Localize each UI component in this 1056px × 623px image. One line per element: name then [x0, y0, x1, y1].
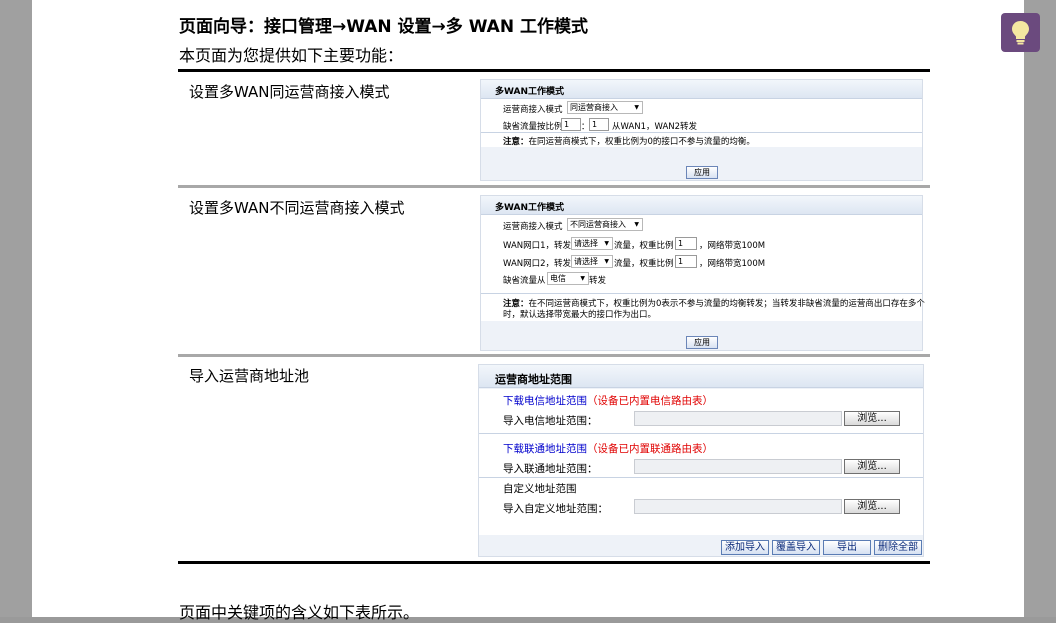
- chevron-down-icon: ▼: [634, 104, 639, 111]
- wan2-mid: 流量，权重比例: [614, 259, 674, 269]
- document-page: 页面向导：接口管理→WAN 设置→多 WAN 工作模式 本页面为您提供如下主要功…: [32, 0, 1024, 622]
- wan1-label: WAN网口1，转发: [503, 241, 572, 251]
- overwrite-import-button[interactable]: 覆盖导入: [772, 540, 820, 555]
- unicom-file-input[interactable]: [634, 459, 842, 474]
- mode-select-value: 不同运营商接入: [570, 220, 626, 229]
- wan2-weight-input[interactable]: 1: [675, 255, 697, 268]
- panel-body: 运营商接入模式 同运营商接入 ▼ 缺省流量按比例 1 ： 1 从WAN1，WAN2…: [481, 99, 922, 147]
- wan1-weight-input[interactable]: 1: [675, 237, 697, 250]
- default-suffix: 转发: [589, 276, 607, 286]
- panel-title: 多WAN工作模式: [495, 203, 565, 213]
- custom-import-label: 导入自定义地址范围：: [503, 503, 608, 515]
- unicom-note: （设备已内置联通路由表）: [587, 443, 713, 455]
- panel-diff-isp: 多WAN工作模式 运营商接入模式 不同运营商接入 ▼ WAN网口1，转发 请选择 ▼…: [480, 195, 925, 351]
- ratio-suffix: 从WAN1，WAN2转发: [612, 122, 698, 132]
- telecom-note: （设备已内置电信路由表）: [587, 395, 713, 407]
- apply-button[interactable]: 应用: [686, 336, 718, 349]
- panel-header: 运营商地址范围: [479, 365, 923, 388]
- apply-button[interactable]: 应用: [686, 166, 718, 179]
- default-isp-value: 电信: [550, 274, 566, 283]
- row-label-diff-isp: 设置多WAN不同运营商接入模式: [189, 199, 405, 217]
- wan1-mid: 流量，权重比例: [614, 241, 674, 251]
- panel-body: 运营商接入模式 不同运营商接入 ▼ WAN网口1，转发 请选择 ▼ 流量，权重比例 …: [481, 215, 925, 321]
- add-import-button[interactable]: 添加导入: [721, 540, 769, 555]
- download-unicom-link[interactable]: 下载联通地址范围（设备已内置联通路由表）: [503, 441, 713, 456]
- chevron-down-icon: ▼: [634, 221, 639, 228]
- note-text: 在同运营商模式下，权重比例为0的接口不参与流量的均衡。: [528, 137, 755, 147]
- divider: [481, 293, 922, 294]
- telecom-browse-button[interactable]: 浏览...: [844, 411, 900, 426]
- panel-title: 多WAN工作模式: [495, 87, 565, 97]
- wan2-suffix: ，网络带宽100M: [699, 259, 766, 269]
- panel-same-isp: 多WAN工作模式 运营商接入模式 同运营商接入 ▼ 缺省流量按比例 1 ： 1 从…: [480, 79, 923, 181]
- mode-label: 运营商接入模式: [503, 222, 563, 232]
- wan1-suffix: ，网络带宽100M: [699, 241, 766, 251]
- wan1-isp-value: 请选择: [574, 239, 598, 248]
- left-gutter: [0, 0, 32, 617]
- default-label: 缺省流量从: [503, 276, 546, 286]
- wan2-isp-value: 请选择: [574, 257, 598, 266]
- export-button[interactable]: 导出: [823, 540, 871, 555]
- panel-isp-range: 运营商地址范围 下载电信地址范围（设备已内置电信路由表） 导入电信地址范围： 浏…: [478, 364, 924, 557]
- intro-text: 本页面为您提供如下主要功能：: [179, 46, 404, 65]
- ratio-input-a[interactable]: 1: [561, 118, 581, 131]
- panel-header: 多WAN工作模式: [481, 196, 922, 215]
- panel-header: 多WAN工作模式: [481, 80, 922, 99]
- telecom-import-label: 导入电信地址范围：: [503, 415, 598, 427]
- row-divider: [178, 354, 930, 357]
- telecom-file-input[interactable]: [634, 411, 842, 426]
- row-label-same-isp: 设置多WAN同运营商接入模式: [189, 83, 390, 101]
- table-top-rule: [178, 69, 930, 72]
- ratio-label: 缺省流量按比例: [503, 122, 563, 132]
- wan1-isp-select[interactable]: 请选择 ▼: [571, 237, 613, 250]
- mode-select[interactable]: 不同运营商接入 ▼: [567, 218, 643, 231]
- custom-browse-button[interactable]: 浏览...: [844, 499, 900, 514]
- footer-text: 页面中关键项的含义如下表所示。: [179, 603, 420, 622]
- lightbulb-icon: [1012, 21, 1029, 45]
- mode-select-value: 同运营商接入: [570, 103, 618, 112]
- custom-file-input[interactable]: [634, 499, 842, 514]
- mode-label: 运营商接入模式: [503, 105, 563, 115]
- panel-title: 运营商地址范围: [495, 373, 572, 386]
- ratio-input-b[interactable]: 1: [589, 118, 609, 131]
- default-isp-select[interactable]: 电信 ▼: [547, 272, 589, 285]
- page-heading: 页面向导：接口管理→WAN 设置→多 WAN 工作模式: [179, 17, 588, 37]
- delete-all-button[interactable]: 删除全部: [874, 540, 922, 555]
- divider: [479, 433, 923, 434]
- unicom-import-label: 导入联通地址范围：: [503, 463, 598, 475]
- divider: [479, 477, 923, 478]
- table-bottom-rule: [178, 561, 930, 564]
- row-divider: [178, 185, 930, 188]
- chevron-down-icon: ▼: [604, 258, 609, 265]
- note: 注意：在同运营商模式下，权重比例为0的接口不参与流量的均衡。: [503, 135, 755, 147]
- note-label: 注意：: [503, 137, 529, 147]
- divider: [481, 132, 922, 133]
- chevron-down-icon: ▼: [604, 240, 609, 247]
- assistant-button[interactable]: [1001, 13, 1040, 52]
- wan2-isp-select[interactable]: 请选择 ▼: [571, 255, 613, 268]
- custom-range-title: 自定义地址范围: [503, 483, 577, 495]
- right-gutter: [1024, 0, 1056, 617]
- wan2-label: WAN网口2，转发: [503, 259, 572, 269]
- unicom-browse-button[interactable]: 浏览...: [844, 459, 900, 474]
- download-unicom-text[interactable]: 下载联通地址范围: [503, 443, 587, 455]
- note-line2: 时，默认选择带宽最大的接口作为出口。: [503, 310, 657, 320]
- panel-body: 下载电信地址范围（设备已内置电信路由表） 导入电信地址范围： 浏览... 下载联…: [479, 389, 923, 535]
- download-telecom-link[interactable]: 下载电信地址范围（设备已内置电信路由表）: [503, 393, 713, 408]
- download-telecom-text[interactable]: 下载电信地址范围: [503, 395, 587, 407]
- mode-select[interactable]: 同运营商接入 ▼: [567, 101, 643, 114]
- row-label-isp-pool: 导入运营商地址池: [189, 367, 310, 385]
- chevron-down-icon: ▼: [580, 275, 585, 282]
